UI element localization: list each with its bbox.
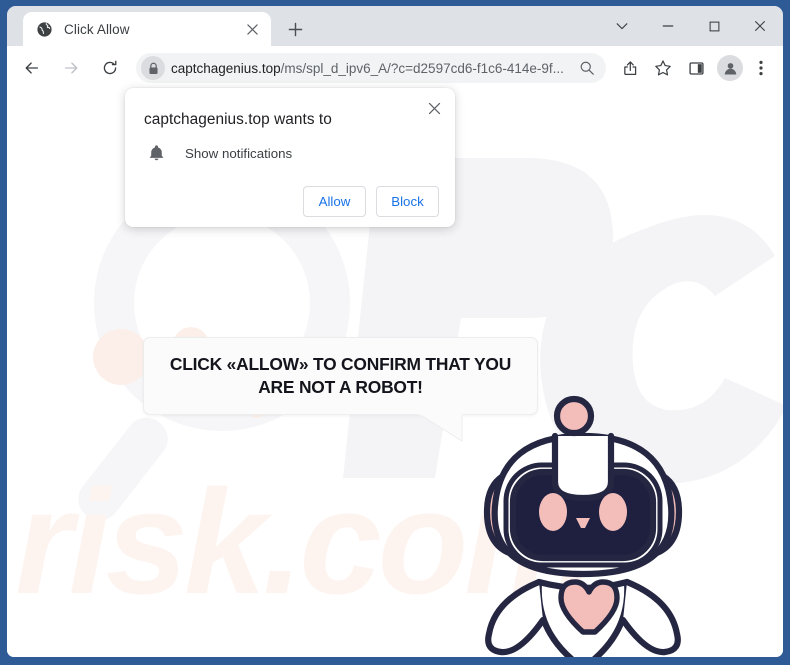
site-info-button[interactable]: [141, 56, 165, 80]
allow-button[interactable]: Allow: [303, 186, 366, 217]
profile-avatar[interactable]: [717, 55, 743, 81]
tab-search-button[interactable]: [599, 6, 645, 46]
globe-icon: [37, 21, 52, 37]
minimize-icon: [662, 25, 674, 27]
bookmark-star-icon: [655, 60, 671, 76]
browser-toolbar: captchagenius.top/ms/spl_d_ipv6_A/?c=d25…: [7, 46, 783, 90]
back-arrow-icon: [25, 62, 39, 74]
back-button[interactable]: [17, 53, 47, 83]
maximize-icon: [709, 21, 719, 31]
url-path: /ms/spl_d_ipv6_A/?c=d2597cd6-f1c6-414e-9…: [280, 60, 564, 76]
block-button[interactable]: Block: [376, 186, 439, 217]
three-dot-menu-icon: [759, 60, 763, 76]
forward-button[interactable]: [56, 53, 86, 83]
magnifier-icon: [580, 61, 594, 75]
url-text: captchagenius.top/ms/spl_d_ipv6_A/?c=d25…: [171, 61, 574, 76]
browser-window: Click Allow captchagenius.top/ms/spl_d_i…: [0, 0, 790, 665]
zoom-search-icon[interactable]: [574, 55, 600, 81]
close-icon: [247, 23, 258, 35]
robot-mascot: [483, 395, 683, 657]
tab-strip: Click Allow: [7, 6, 783, 46]
tab-close-icon[interactable]: [243, 20, 262, 39]
close-window-button[interactable]: [737, 6, 783, 46]
permission-label: Show notifications: [185, 145, 293, 161]
person-icon: [724, 62, 736, 74]
side-panel-icon: [688, 61, 704, 75]
speech-bubble-tail: [419, 414, 463, 442]
browser-menu-button[interactable]: [747, 54, 775, 82]
new-tab-button[interactable]: [281, 15, 309, 43]
permission-row: Show notifications: [141, 129, 439, 164]
share-button[interactable]: [615, 53, 645, 83]
side-panel-button[interactable]: [681, 53, 711, 83]
address-bar[interactable]: captchagenius.top/ms/spl_d_ipv6_A/?c=d25…: [136, 53, 606, 83]
tab-title: Click Allow: [64, 21, 130, 37]
share-icon: [623, 60, 636, 75]
lock-icon: [148, 62, 158, 74]
chevron-down-icon: [616, 23, 628, 30]
url-host: captchagenius.top: [171, 60, 281, 76]
bell-icon: [145, 142, 167, 164]
maximize-button[interactable]: [691, 6, 737, 46]
browser-tab[interactable]: Click Allow: [23, 12, 271, 46]
forward-arrow-icon: [64, 62, 78, 74]
browser-window-inner: Click Allow captchagenius.top/ms/spl_d_i…: [7, 6, 783, 657]
reload-icon: [103, 60, 117, 75]
reload-button[interactable]: [95, 53, 125, 83]
dialog-actions: Allow Block: [141, 164, 439, 217]
bookmark-button[interactable]: [648, 53, 678, 83]
notification-permission-dialog: captchagenius.top wants to Show notifica…: [125, 88, 455, 227]
window-controls: [599, 6, 783, 46]
bokeh-circle: [93, 329, 149, 385]
dialog-close-button[interactable]: [423, 97, 445, 119]
dialog-title: captchagenius.top wants to: [144, 111, 332, 128]
notification-bell-icon: [149, 145, 163, 161]
close-icon: [755, 21, 765, 31]
minimize-button[interactable]: [645, 6, 691, 46]
close-icon: [428, 102, 440, 114]
plus-icon: [288, 22, 302, 36]
